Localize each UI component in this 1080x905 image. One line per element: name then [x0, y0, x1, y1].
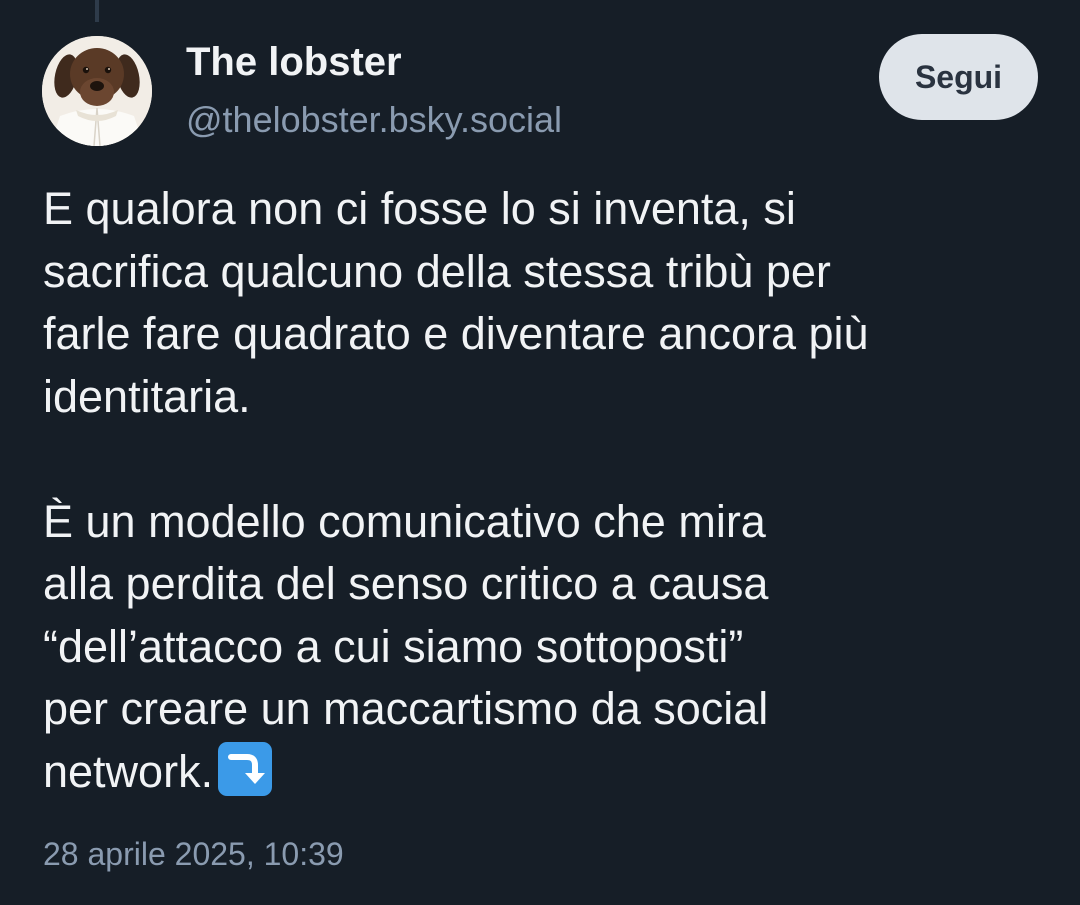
post-text-line: È un modello comunicativo che mira	[43, 495, 766, 547]
right-arrow-curving-down-icon	[218, 741, 273, 796]
post-text-line: per creare un maccartismo da social	[43, 683, 769, 734]
post-timestamp[interactable]: 28 aprile 2025, 10:39	[43, 836, 344, 873]
post: The lobster @thelobster.bsky.social Segu…	[0, 0, 1080, 905]
post-text-line: farle fare quadrato e diventare ancora p…	[43, 308, 869, 359]
post-text: E qualora non ci fosse lo si inventa, si…	[43, 178, 1053, 803]
avatar-dog-icon	[42, 36, 152, 146]
post-text-line: alla perdita del senso critico a causa	[43, 558, 769, 609]
post-paragraph-1: E qualora non ci fosse lo si inventa, si…	[43, 178, 1053, 428]
author-display-name[interactable]: The lobster	[186, 40, 402, 85]
follow-button[interactable]: Segui	[879, 34, 1038, 120]
avatar[interactable]	[42, 36, 152, 146]
post-text-line: sacrifica qualcuno della stessa tribù pe…	[43, 245, 831, 297]
post-paragraph-2: È un modello comunicativo che mira alla …	[43, 491, 1053, 804]
post-text-line: identitaria.	[43, 370, 251, 422]
post-text-line: “dell’attacco a cui siamo sottoposti”	[43, 620, 744, 672]
author-handle[interactable]: @thelobster.bsky.social	[186, 99, 562, 141]
post-text-fragment: network.	[43, 745, 214, 797]
post-text-line-last: network.	[43, 741, 1053, 804]
post-text-line: E qualora non ci fosse lo si inventa, si	[43, 183, 796, 234]
